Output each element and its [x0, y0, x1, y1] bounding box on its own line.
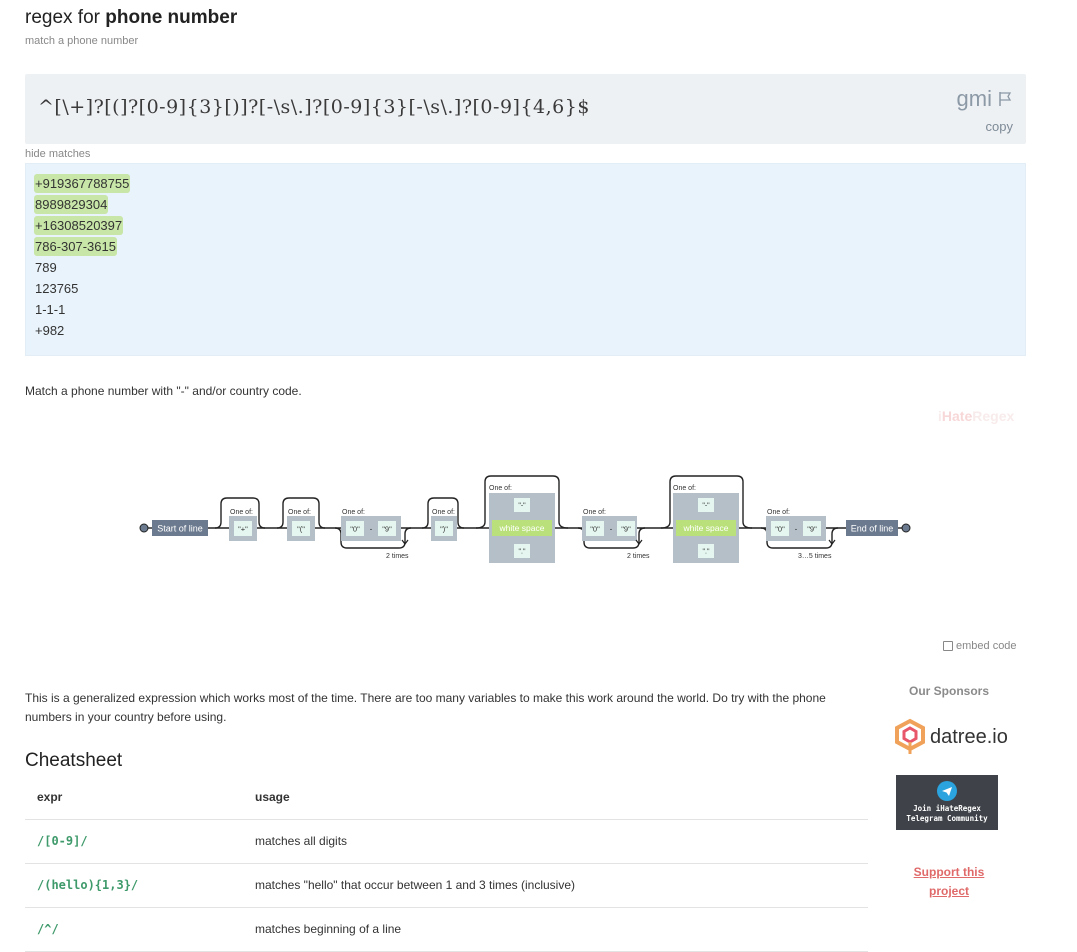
- diagram-label: One of:: [583, 509, 606, 516]
- telegram-icon: [937, 781, 957, 801]
- diagram-label: "9": [807, 525, 817, 534]
- usage-cell: matches "hello" that occur between 1 and…: [243, 863, 868, 908]
- diagram-label: "0": [350, 525, 360, 534]
- diagram-label: One of:: [288, 509, 311, 516]
- diagram-label: One of:: [230, 509, 253, 516]
- white-space-2: white space: [683, 523, 729, 533]
- diagram-label: One of:: [432, 509, 455, 516]
- page-subtitle: match a phone number: [25, 35, 139, 47]
- end-of-line: End of line: [851, 524, 894, 534]
- flags-text[interactable]: gmi: [957, 86, 992, 112]
- title-bold: phone number: [105, 7, 238, 28]
- test-string-line: +982: [34, 320, 130, 341]
- literal-open-paren: "(": [297, 525, 305, 534]
- literal-plus: "+": [238, 525, 248, 534]
- test-string-line: 789: [34, 257, 130, 278]
- embed-label: embed code: [956, 640, 1017, 652]
- cheatsheet-title: Cheatsheet: [25, 750, 123, 771]
- repeat-label-3: 3…5 times: [798, 553, 832, 560]
- diagram-label: "0": [775, 525, 785, 534]
- diagram-label: "0": [590, 525, 600, 534]
- telegram-line-1: Join iHateRegex: [913, 804, 981, 813]
- matched-text: +16308520397: [34, 216, 124, 235]
- datree-sponsor-link[interactable]: datree.io: [894, 718, 1008, 756]
- expr-cell: /[0-9]/: [25, 819, 243, 864]
- page-title: regex for phone number: [25, 6, 237, 30]
- table-row: /[0-9]/ matches all digits: [25, 819, 868, 864]
- diagram-label: One of:: [673, 485, 696, 492]
- test-string-line: 1-1-1: [34, 299, 130, 320]
- regex-box: ^[\+]?[(]?[0-9]{3}[)]?[-\s\.]?[0-9]{3}[-…: [25, 74, 1026, 144]
- embed-code-button[interactable]: embed code: [943, 640, 1017, 652]
- diagram-label: "9": [621, 525, 631, 534]
- datree-name: datree.io: [930, 725, 1008, 748]
- diagram-label: -: [795, 525, 798, 534]
- unmatched-text: 1-1-1: [35, 302, 66, 317]
- cheatsheet-table: expr usage /[0-9]/ matches all digits /(…: [25, 775, 868, 952]
- support-project-link[interactable]: Support this project: [909, 863, 989, 901]
- regex-pattern[interactable]: ^[\+]?[(]?[0-9]{3}[)]?[-\s\.]?[0-9]{3}[-…: [38, 96, 590, 118]
- expr-cell: /(hello){1,3}/: [25, 863, 243, 908]
- diagram-label: "-": [702, 503, 710, 510]
- flag-icon[interactable]: [998, 91, 1012, 107]
- test-strings-box[interactable]: +919367788755 8989829304 +16308520397 786-3…: [25, 163, 1026, 356]
- table-row: /(hello){1,3}/ matches "hello" that occu…: [25, 863, 868, 908]
- explanation-text: This is a generalized expression which w…: [25, 691, 826, 724]
- col-header-expr: expr: [25, 775, 243, 820]
- hide-matches-toggle[interactable]: hide matches: [25, 148, 90, 160]
- test-string-line: +16308520397: [34, 215, 130, 236]
- diagram-label: One of:: [767, 509, 790, 516]
- white-space-1: white space: [499, 523, 545, 533]
- sponsors-title: Our Sponsors: [909, 684, 990, 698]
- unmatched-text: 789: [35, 260, 57, 275]
- start-of-line: Start of line: [157, 524, 203, 534]
- test-string-line: +919367788755: [34, 173, 131, 194]
- expr-cell: /^/: [25, 907, 243, 952]
- table-row: /^/ matches beginning of a line: [25, 907, 868, 952]
- diagram-label: ".": [703, 549, 710, 556]
- literal-close-paren: ")": [440, 525, 448, 534]
- table-header-row: expr usage: [25, 775, 868, 820]
- usage-cell: matches all digits: [243, 819, 868, 864]
- watermark-logo: iHateRegex: [938, 408, 1015, 424]
- diagram-label: -: [370, 525, 373, 534]
- copy-icon: [943, 641, 953, 651]
- railroad-diagram: Start of line End of line One of: "+" On…: [139, 475, 911, 563]
- matched-text: 786-307-3615: [34, 237, 117, 256]
- regex-flags: gmi: [957, 86, 1012, 112]
- diagram-label: "9": [382, 525, 392, 534]
- telegram-line-2: Telegram Community: [906, 814, 988, 823]
- title-prefix: regex for: [25, 7, 106, 28]
- matched-text: 8989829304: [34, 195, 109, 214]
- matched-text: +919367788755: [34, 174, 131, 193]
- test-string-line: 8989829304: [34, 194, 130, 215]
- test-string-line: 786-307-3615: [34, 236, 130, 257]
- datree-logo-icon: [895, 718, 925, 754]
- test-lines: +919367788755 8989829304 +16308520397 786-3…: [34, 173, 131, 341]
- test-string-line: 123765: [34, 278, 130, 299]
- diagram-label: ".": [519, 549, 526, 556]
- unmatched-text: 123765: [35, 281, 79, 296]
- usage-cell: matches beginning of a line: [243, 907, 868, 952]
- copy-button[interactable]: copy: [986, 119, 1013, 134]
- col-header-usage: usage: [243, 775, 868, 820]
- diagram-label: One of:: [489, 485, 512, 492]
- repeat-label-1: 2 times: [386, 553, 409, 560]
- telegram-community-link[interactable]: Join iHateRegex Telegram Community: [896, 775, 998, 830]
- diagram-label: -: [610, 525, 613, 534]
- page-header: regex for phone number match a phone num…: [25, 6, 237, 47]
- diagram-label: "-": [518, 503, 526, 510]
- unmatched-text: +982: [35, 323, 65, 338]
- description: Match a phone number with "-" and/or cou…: [25, 384, 302, 398]
- diagram-label: One of:: [342, 509, 365, 516]
- repeat-label-2: 2 times: [627, 553, 650, 560]
